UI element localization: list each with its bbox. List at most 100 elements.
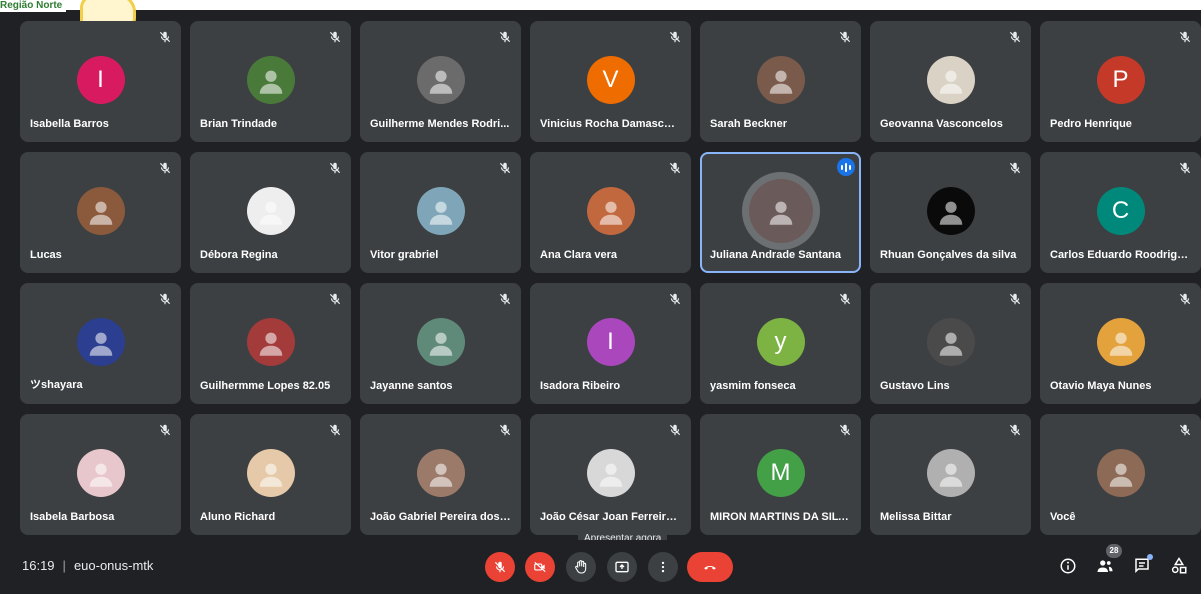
mic-off-icon xyxy=(1008,161,1022,175)
participant-tile[interactable]: Guilherme Mendes Rodri... xyxy=(360,21,521,142)
participant-name: Gustavo Lins xyxy=(880,380,950,392)
avatar xyxy=(76,318,125,366)
people-button[interactable] xyxy=(1094,555,1116,577)
avatar: V xyxy=(586,56,635,104)
avatar: P xyxy=(1096,56,1145,104)
participant-name: ツshayara xyxy=(30,379,83,391)
participant-name: yasmim fonseca xyxy=(710,380,796,392)
participant-tile[interactable]: Jayanne santos xyxy=(360,283,521,404)
participant-name: Isadora Ribeiro xyxy=(540,380,621,392)
meeting-info: 16:19 | euo-onus-mtk xyxy=(22,558,153,573)
avatar xyxy=(416,449,465,497)
avatar-initial: y xyxy=(774,328,787,355)
avatar xyxy=(926,187,975,235)
bottom-toolbar: 16:19 | euo-onus-mtk xyxy=(0,540,1201,594)
meeting-details-button[interactable] xyxy=(1057,555,1079,577)
participant-tile[interactable]: Gustavo Lins xyxy=(870,283,1031,404)
participant-name: João César Joan Ferreira I... xyxy=(540,511,681,523)
avatar xyxy=(1096,318,1145,366)
info-icon xyxy=(1060,558,1076,574)
participant-tile[interactable]: I Isadora Ribeiro xyxy=(530,283,691,404)
avatar xyxy=(416,318,465,366)
mic-off-icon xyxy=(838,423,852,437)
participant-tile[interactable]: Juliana Andrade Santana xyxy=(700,152,861,273)
mic-off-icon xyxy=(1008,30,1022,44)
participant-name: Geovanna Vasconcelos xyxy=(880,118,1003,130)
mic-off-icon xyxy=(498,292,512,306)
mic-off-icon xyxy=(494,561,506,573)
participant-tile[interactable]: Otavio Maya Nunes xyxy=(1040,283,1201,404)
participant-tile[interactable]: P Pedro Henrique xyxy=(1040,21,1201,142)
participant-tile[interactable]: Você xyxy=(1040,414,1201,535)
avatar xyxy=(926,56,975,104)
present-now-button[interactable] xyxy=(607,552,637,582)
avatar xyxy=(756,56,805,104)
participant-tile[interactable]: M MIRON MARTINS DA SILVA xyxy=(700,414,861,535)
mic-off-icon xyxy=(498,30,512,44)
avatar-initial: I xyxy=(607,328,614,355)
participant-tile[interactable]: Vitor grabriel xyxy=(360,152,521,273)
participant-name: Isabella Barros xyxy=(30,118,109,130)
participant-tile[interactable]: Rhuan Gonçalves da silva xyxy=(870,152,1031,273)
avatar: I xyxy=(586,318,635,366)
participant-name: Vinicius Rocha Damasceno xyxy=(540,118,681,130)
participant-name: Ana Clara vera xyxy=(540,249,618,261)
mic-off-icon xyxy=(838,30,852,44)
mic-off-icon xyxy=(328,423,342,437)
participant-tile[interactable]: y yasmim fonseca xyxy=(700,283,861,404)
participant-name: Jayanne santos xyxy=(370,380,453,392)
participant-count-badge: 28 xyxy=(1106,544,1122,558)
participant-name: Lucas xyxy=(30,249,62,261)
participant-name: Isabela Barbosa xyxy=(30,511,115,523)
avatar: C xyxy=(1096,187,1145,235)
participant-tile[interactable]: Brian Trindade xyxy=(190,21,351,142)
participant-name: Pedro Henrique xyxy=(1050,118,1132,130)
participant-tile[interactable]: João César Joan Ferreira I... xyxy=(530,414,691,535)
chat-notification-dot xyxy=(1147,554,1153,560)
participant-tile[interactable]: João Gabriel Pereira dos ... xyxy=(360,414,521,535)
mic-off-icon xyxy=(498,161,512,175)
participant-name: Rhuan Gonçalves da silva xyxy=(880,249,1017,261)
mic-off-icon xyxy=(158,423,172,437)
present-screen-icon xyxy=(615,561,629,573)
participant-tile[interactable]: C Carlos Eduardo Roodrigu... xyxy=(1040,152,1201,273)
hand-icon xyxy=(575,560,587,574)
participant-tile[interactable]: V Vinicius Rocha Damasceno xyxy=(530,21,691,142)
participant-name: MIRON MARTINS DA SILVA xyxy=(710,511,851,523)
avatar xyxy=(246,318,295,366)
participant-tile[interactable]: ツshayara xyxy=(20,283,181,404)
mic-off-icon xyxy=(328,161,342,175)
mic-off-icon xyxy=(158,161,172,175)
mic-off-icon xyxy=(1178,423,1192,437)
avatar xyxy=(748,179,813,243)
participant-tile[interactable]: Guilhermme Lopes 82.05 xyxy=(190,283,351,404)
participant-tile[interactable]: Lucas xyxy=(20,152,181,273)
avatar-initial: V xyxy=(602,66,619,93)
participant-tile[interactable]: Geovanna Vasconcelos xyxy=(870,21,1031,142)
leave-call-button[interactable] xyxy=(687,552,733,582)
participant-name: Brian Trindade xyxy=(200,118,278,130)
participant-tile[interactable]: Melissa Bittar xyxy=(870,414,1031,535)
mic-off-icon xyxy=(328,292,342,306)
avatar-initial: P xyxy=(1112,66,1129,93)
participant-name: Otavio Maya Nunes xyxy=(1050,380,1152,392)
raise-hand-button[interactable] xyxy=(566,552,596,582)
mic-off-icon xyxy=(668,292,682,306)
avatar xyxy=(76,449,125,497)
camera-toggle-button[interactable] xyxy=(525,552,555,582)
microphone-toggle-button[interactable] xyxy=(485,552,515,582)
participant-grid: I Isabella Barros Brian Trindade Guilherme … xyxy=(20,21,1201,535)
mic-off-icon xyxy=(498,423,512,437)
participant-tile[interactable]: Ana Clara vera xyxy=(530,152,691,273)
activities-button[interactable] xyxy=(1168,555,1190,577)
participant-tile[interactable]: Débora Regina xyxy=(190,152,351,273)
mic-off-icon xyxy=(1178,161,1192,175)
participant-tile[interactable]: Aluno Richard xyxy=(190,414,351,535)
mic-off-icon xyxy=(1178,30,1192,44)
participant-tile[interactable]: I Isabella Barros xyxy=(20,21,181,142)
participant-tile[interactable]: Isabela Barbosa xyxy=(20,414,181,535)
more-vert-icon xyxy=(661,561,665,573)
avatar xyxy=(416,56,465,104)
participant-tile[interactable]: Sarah Beckner xyxy=(700,21,861,142)
more-options-button[interactable] xyxy=(648,552,678,582)
